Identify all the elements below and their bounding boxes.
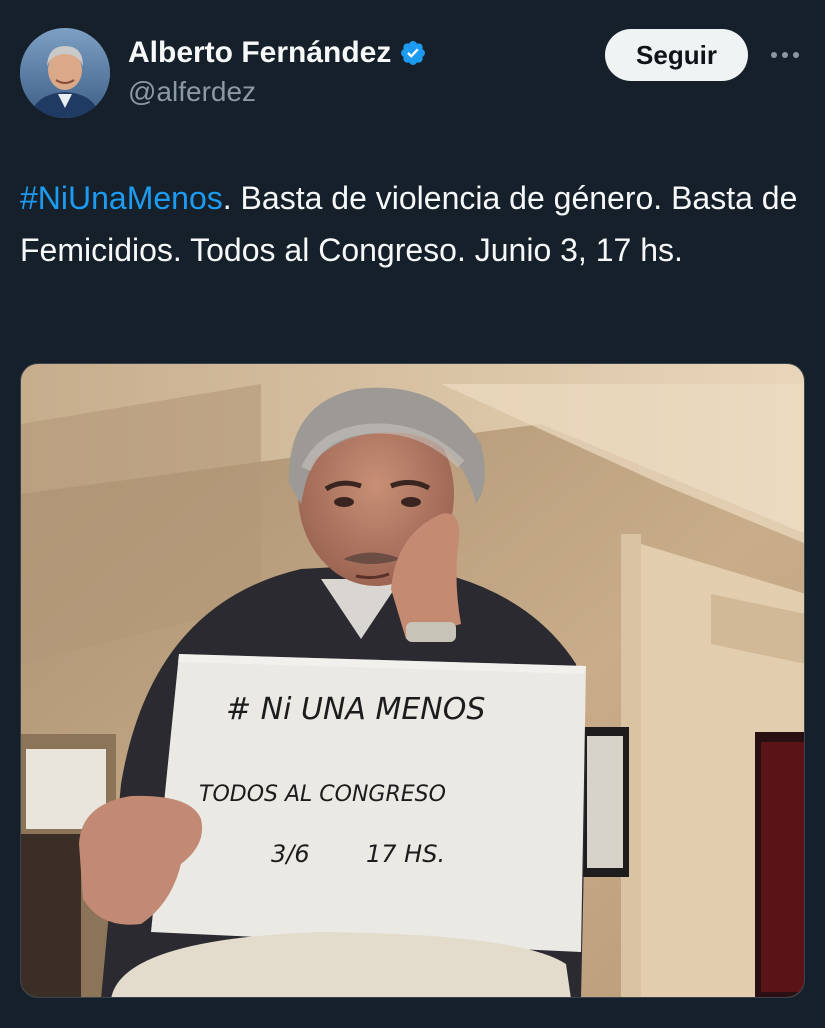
sign-line-1: # Ni UNA MENOS: [226, 692, 485, 727]
sign-line-2: TODOS AL CONGRESO: [199, 782, 446, 807]
photo-illustration: # Ni UNA MENOS TODOS AL CONGRESO 3/6 17 …: [21, 364, 804, 997]
hashtag-link[interactable]: #NiUnaMenos: [20, 180, 223, 216]
sign-time: 17 HS.: [366, 840, 445, 868]
more-options-icon[interactable]: [765, 40, 805, 70]
tweet-text: #NiUnaMenos. Basta de violencia de géner…: [20, 172, 810, 276]
verified-badge-icon: [399, 39, 427, 67]
follow-button[interactable]: Seguir: [605, 29, 748, 81]
tweet-card: Alberto Fernández @alferdez Seguir #NiUn…: [0, 0, 825, 1028]
author-display-name[interactable]: Alberto Fernández: [128, 36, 391, 70]
author-handle[interactable]: @alferdez: [128, 76, 256, 108]
author-name-row[interactable]: Alberto Fernández: [128, 36, 427, 70]
tweet-photo[interactable]: # Ni UNA MENOS TODOS AL CONGRESO 3/6 17 …: [20, 363, 805, 998]
avatar[interactable]: [20, 28, 110, 118]
sign-date: 3/6: [271, 840, 310, 868]
avatar-image: [20, 28, 110, 118]
